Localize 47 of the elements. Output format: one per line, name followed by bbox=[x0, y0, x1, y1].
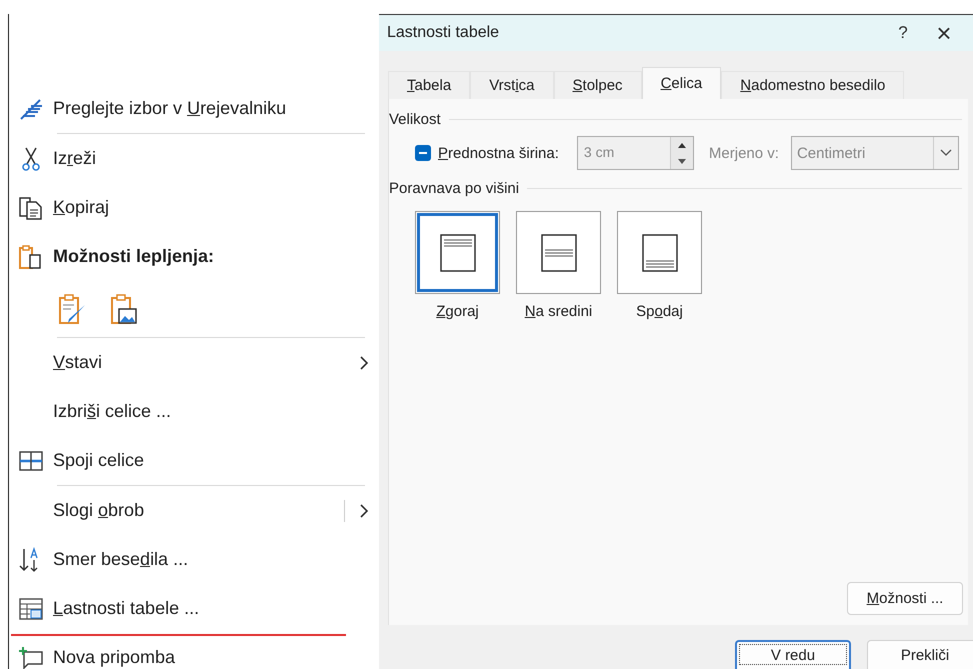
checkbox-label: Prednostna širina: bbox=[438, 144, 559, 162]
comment-icon bbox=[18, 646, 44, 669]
option-label: Na sredini bbox=[524, 303, 592, 320]
dialog-title: Lastnosti tabele bbox=[387, 24, 500, 42]
paste-picture-icon[interactable] bbox=[109, 293, 139, 325]
menu-item[interactable]: Preglejte izbor v Urejevalniku bbox=[53, 98, 379, 119]
cell-alignment-icon bbox=[440, 234, 476, 272]
close-button[interactable]: × bbox=[923, 18, 965, 48]
triangle-down-icon bbox=[678, 158, 686, 164]
menu-item[interactable]: Lastnosti tabele ... bbox=[53, 598, 379, 619]
option-label: Zgoraj bbox=[436, 303, 479, 320]
menu-item[interactable]: Smer besedila ... bbox=[53, 549, 379, 570]
alignment-option[interactable] bbox=[415, 211, 500, 294]
tab[interactable]: Nadomestno besedilo bbox=[721, 71, 904, 99]
copy-icon bbox=[18, 196, 44, 220]
table-icon bbox=[18, 450, 44, 472]
cell-alignment-icon bbox=[540, 234, 576, 272]
menu-item[interactable]: Izreži bbox=[53, 148, 379, 169]
group-title: Velikost bbox=[388, 111, 441, 128]
menu-item[interactable]: Nova pripomba bbox=[53, 647, 379, 668]
help-button[interactable]: ? bbox=[883, 23, 923, 43]
tab[interactable]: Celica bbox=[642, 67, 722, 99]
menu-item[interactable]: Slogi obrob bbox=[53, 500, 344, 521]
cell-alignment-icon bbox=[642, 234, 678, 272]
alignment-option[interactable] bbox=[617, 211, 702, 294]
menu-item[interactable]: Kopiraj bbox=[53, 197, 379, 218]
menu-item[interactable]: Izbriši celice ... bbox=[53, 401, 379, 422]
cancel-button[interactable]: Prekliči bbox=[867, 640, 973, 669]
options-button[interactable]: Možnosti ... bbox=[847, 582, 963, 615]
table-properties-icon bbox=[18, 596, 44, 620]
tab[interactable]: Stolpec bbox=[554, 71, 642, 99]
menu-item[interactable]: Spoji celice bbox=[53, 450, 379, 471]
chevron-down-icon bbox=[940, 149, 952, 157]
menu-item[interactable]: Vstavi bbox=[53, 352, 349, 373]
ok-button[interactable]: V redu bbox=[735, 640, 851, 669]
paste-keep-formatting-icon[interactable] bbox=[57, 293, 87, 325]
field-label: Merjeno v: bbox=[708, 144, 779, 162]
option-label: Spodaj bbox=[636, 303, 683, 320]
triangle-up-icon bbox=[678, 142, 686, 148]
menu-section-header: Možnosti lepljenja: bbox=[53, 246, 216, 267]
scissors-icon bbox=[21, 146, 41, 172]
alignment-option[interactable] bbox=[516, 211, 601, 294]
clipboard-icon bbox=[18, 244, 44, 270]
pen-icon bbox=[18, 98, 44, 120]
tab[interactable]: Vrstica bbox=[470, 71, 554, 99]
group-title: Poravnava po višini bbox=[388, 180, 520, 197]
tab[interactable]: Tabela bbox=[388, 71, 470, 99]
